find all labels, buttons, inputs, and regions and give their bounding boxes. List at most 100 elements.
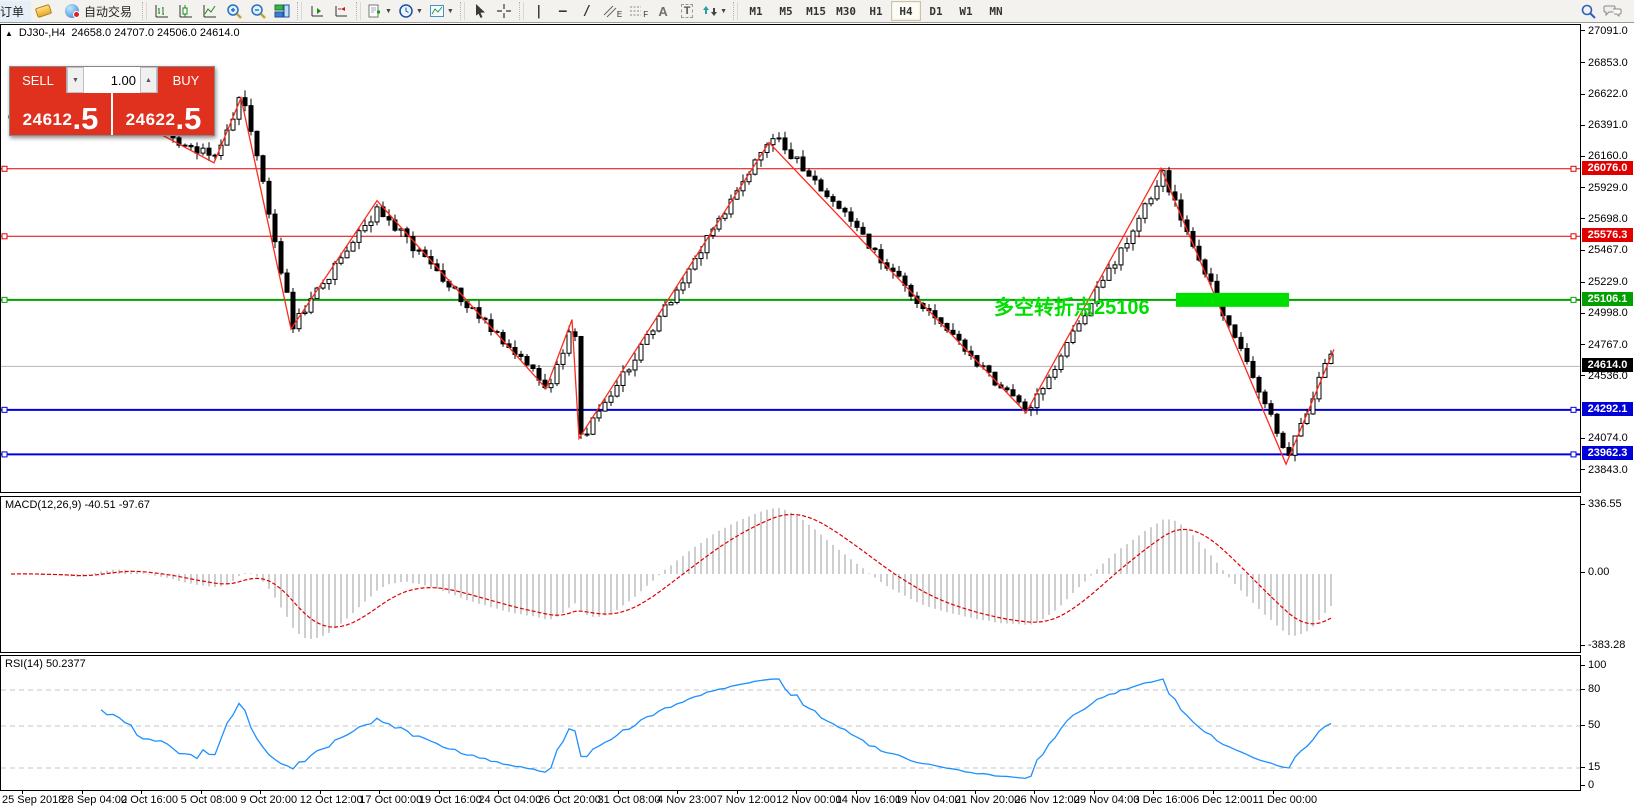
time-tick (558, 791, 559, 794)
buy-price-main: 24622 (126, 110, 176, 130)
time-tick-label: 29 Nov 04:00 (1074, 794, 1139, 806)
rsi-value: 50.2377 (46, 658, 86, 670)
time-tick (1153, 791, 1154, 794)
timeframe-h1[interactable]: H1 (861, 1, 891, 21)
time-tick (320, 791, 321, 794)
time-tick-label: 21 Nov 20:00 (955, 794, 1020, 806)
price-badge: 26076.0 (1582, 161, 1633, 175)
time-tick-label: 26 Nov 12:00 (1014, 794, 1079, 806)
equidistant-channel-icon[interactable]: E (599, 1, 625, 22)
time-tick (618, 791, 619, 794)
macd-pane[interactable]: MACD(12,26,9) -40.51 -97.67 (0, 496, 1581, 653)
line-chart-icon[interactable] (198, 1, 222, 22)
time-tick (22, 791, 23, 794)
volume-value[interactable]: 1.00 (84, 67, 140, 93)
horizontal-line-icon[interactable]: — (551, 1, 575, 22)
candlestick-chart-icon[interactable] (174, 1, 198, 22)
timeframe-h4[interactable]: H4 (891, 1, 921, 21)
shapes-button[interactable]: ▼ (699, 1, 730, 22)
timeframe-m1[interactable]: M1 (741, 1, 771, 21)
crosshair-icon[interactable] (492, 1, 516, 22)
time-tick-label: 26 Oct 20:00 (538, 794, 601, 806)
macd-label: MACD(12,26,9) -40.51 -97.67 (5, 499, 150, 511)
price-chart-pane[interactable]: ▲ DJ30-,H4 24658.0 24707.0 24506.0 24614… (0, 24, 1581, 493)
time-tick (439, 791, 440, 794)
sell-price-button[interactable]: 24612 .5 (10, 93, 111, 135)
time-tick-label: 9 Oct 20:00 (240, 794, 297, 806)
orders-button[interactable]: 订单 (0, 1, 31, 22)
rsi-chart[interactable] (1, 656, 1580, 790)
new-chart-button[interactable]: ▼ (364, 1, 395, 22)
toolbar-separator (297, 2, 302, 20)
price-tick-label: 26622.0 (1581, 88, 1628, 101)
timeframe-m30[interactable]: M30 (831, 1, 861, 21)
label-tool-icon[interactable]: T (675, 1, 699, 22)
time-tick-label: 5 Oct 08:00 (181, 794, 238, 806)
tile-windows-icon[interactable] (270, 1, 294, 22)
price-badge: 24614.0 (1582, 358, 1633, 372)
time-tick (498, 791, 499, 794)
volume-increase-button[interactable]: ▲ (140, 67, 157, 93)
candlestick-chart[interactable] (1, 25, 1580, 492)
zoom-out-icon[interactable] (246, 1, 270, 22)
timeframe-w1[interactable]: W1 (951, 1, 981, 21)
chat-icon[interactable] (1600, 1, 1626, 22)
timeframe-bar: M1M5M15M30H1H4D1W1MN (741, 0, 1011, 22)
time-tick (796, 791, 797, 794)
indicators-button[interactable]: ▼ (426, 1, 457, 22)
buy-button[interactable]: BUY (158, 67, 214, 93)
time-tick (141, 791, 142, 794)
cursor-icon[interactable] (468, 1, 492, 22)
period-button[interactable]: ▼ (395, 1, 426, 22)
time-tick-label: 19 Nov 04:00 (895, 794, 960, 806)
toolbar-separator (356, 2, 361, 20)
timeframe-d1[interactable]: D1 (921, 1, 951, 21)
trading-terminal: 订单 自动交易 (0, 0, 1634, 811)
rsi-scale-label: 50 (1581, 719, 1600, 732)
timeframe-mn[interactable]: MN (981, 1, 1011, 21)
search-icon[interactable] (1576, 1, 1600, 22)
chevron-down-icon: ▼ (720, 8, 727, 15)
rsi-name: RSI(14) (5, 658, 43, 670)
zoom-in-icon[interactable] (222, 1, 246, 22)
bar-chart-icon[interactable] (150, 1, 174, 22)
time-tick-label: 31 Oct 08:00 (598, 794, 661, 806)
price-tick-label: 24074.0 (1581, 432, 1628, 445)
panel-toggle-icon[interactable]: ▲ (5, 29, 13, 38)
price-tick-label: 26391.0 (1581, 119, 1628, 132)
time-tick-label: 25 Sep 2018 (2, 794, 64, 806)
auto-scroll-icon[interactable] (329, 1, 353, 22)
chart-shift-icon[interactable] (305, 1, 329, 22)
chevron-down-icon: ▼ (385, 8, 392, 15)
price-tick-label: 24998.0 (1581, 307, 1628, 320)
buy-price-button[interactable]: 24622 .5 (113, 93, 214, 135)
new-order-icon[interactable] (31, 1, 55, 22)
time-tick (1094, 791, 1095, 794)
time-tick-label: 19 Oct 16:00 (419, 794, 482, 806)
time-tick-label: 14 Nov 16:00 (836, 794, 901, 806)
buy-price-frac: .5 (175, 106, 201, 132)
timeframe-m5[interactable]: M5 (771, 1, 801, 21)
text-tool-icon[interactable]: A (651, 1, 675, 22)
volume-decrease-button[interactable]: ▼ (67, 67, 84, 93)
macd-chart[interactable] (1, 497, 1580, 652)
price-axis[interactable]: 27091.026853.026622.026391.026160.025929… (1581, 24, 1634, 791)
sell-button[interactable]: SELL (10, 67, 66, 93)
price-badge: 25106.1 (1582, 292, 1633, 306)
price-tick-label: 25229.0 (1581, 276, 1628, 289)
fibonacci-icon[interactable]: F (625, 1, 651, 22)
time-axis[interactable]: 25 Sep 201828 Sep 04:002 Oct 16:005 Oct … (0, 791, 1581, 811)
time-tick (737, 791, 738, 794)
vertical-line-icon[interactable]: | (527, 1, 551, 22)
price-badge: 24292.1 (1582, 402, 1633, 416)
algo-trading-button[interactable]: 自动交易 (61, 1, 139, 22)
timeframe-m15[interactable]: M15 (801, 1, 831, 21)
ohlc-values: 24658.0 24707.0 24506.0 24614.0 (71, 27, 239, 39)
chart-title: ▲ DJ30-,H4 24658.0 24707.0 24506.0 24614… (5, 27, 240, 39)
rsi-pane[interactable]: RSI(14) 50.2377 (0, 655, 1581, 791)
pivot-annotation-text[interactable]: 多空转折点25106 (994, 291, 1150, 320)
macd-scale-label: -383.28 (1581, 639, 1625, 652)
time-tick-label: 28 Sep 04:00 (62, 794, 127, 806)
time-tick (915, 791, 916, 794)
trendline-icon[interactable]: / (575, 1, 599, 22)
